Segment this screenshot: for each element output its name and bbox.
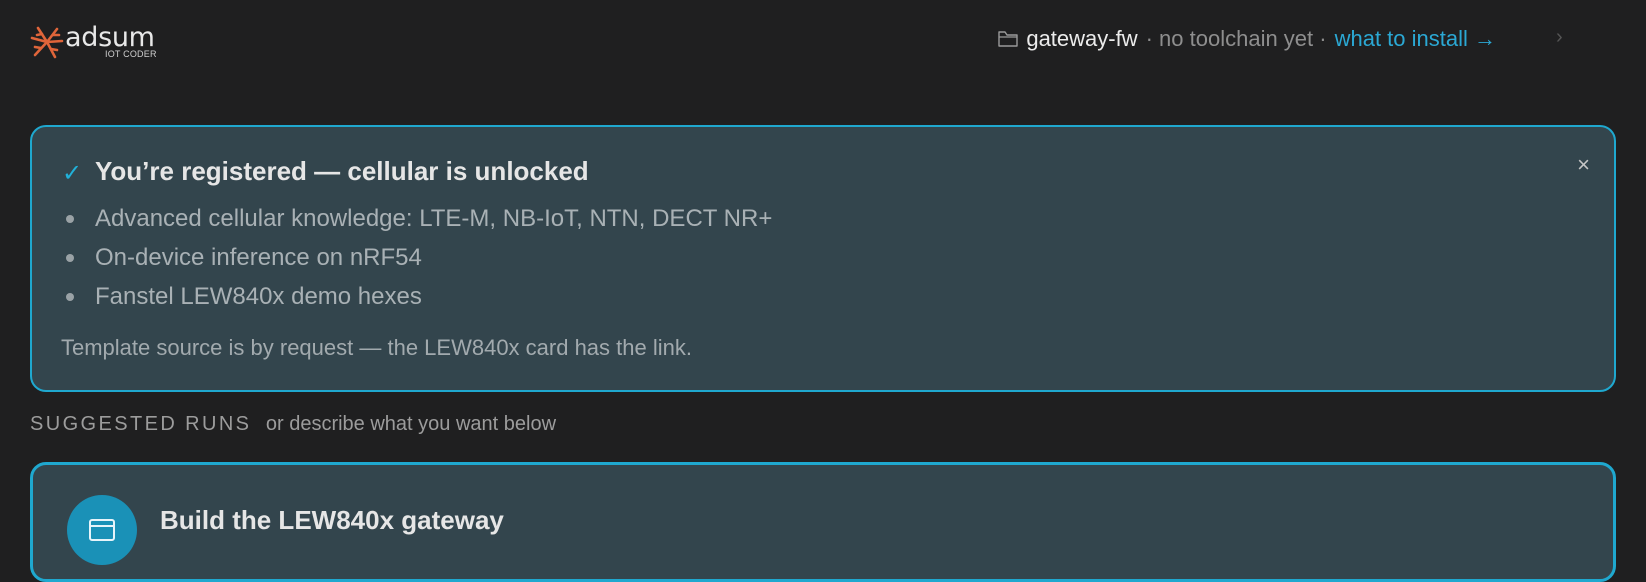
brand-logo[interactable]: adsum IOT CODER: [29, 22, 159, 62]
close-icon[interactable]: ×: [1577, 152, 1590, 178]
bullet-icon: [66, 293, 74, 301]
folder-icon: [998, 30, 1019, 48]
top-bar: adsum IOT CODER gateway-fw · no toolchai…: [0, 0, 1646, 80]
project-info: gateway-fw · no toolchain yet · what to …: [998, 26, 1496, 52]
list-item: Fanstel LEW840x demo hexes: [62, 278, 772, 317]
bullet-icon: [66, 215, 74, 223]
registration-banner: ✓ You’re registered — cellular is unlock…: [30, 125, 1616, 392]
feature-label: On-device inference on nRF54: [95, 244, 422, 271]
run-card-build-gateway[interactable]: Build the LEW840x gateway: [30, 462, 1616, 582]
toolchain-status: · no toolchain yet ·: [1145, 26, 1327, 51]
list-item: On-device inference on nRF54: [62, 239, 772, 278]
chevron-right-icon[interactable]: ›: [1556, 26, 1563, 49]
list-item: Advanced cellular knowledge: LTE-M, NB-I…: [62, 200, 772, 239]
bullet-icon: [66, 254, 74, 262]
brand-tagline: IOT CODER: [105, 49, 157, 59]
banner-note: Template source is by request — the LEW8…: [61, 335, 692, 360]
project-name[interactable]: gateway-fw: [1026, 26, 1137, 52]
adsum-logo-icon: [30, 26, 64, 59]
section-title: SUGGESTED RUNS: [30, 413, 252, 435]
check-icon: ✓: [62, 160, 83, 187]
section-subtitle: or describe what you want below: [265, 413, 557, 435]
run-title: Build the LEW840x gateway: [160, 505, 504, 535]
feature-label: Fanstel LEW840x demo hexes: [95, 283, 422, 310]
what-to-install-link[interactable]: what to install →: [1335, 26, 1496, 52]
feature-label: Advanced cellular knowledge: LTE-M, NB-I…: [95, 205, 773, 232]
banner-title: You’re registered — cellular is unlocked: [95, 156, 589, 186]
unlocked-features-list: Advanced cellular knowledge: LTE-M, NB-I…: [62, 200, 772, 317]
chip-icon: [67, 495, 137, 565]
suggested-runs-header: SUGGESTED RUNS or describe what you want…: [30, 413, 556, 436]
